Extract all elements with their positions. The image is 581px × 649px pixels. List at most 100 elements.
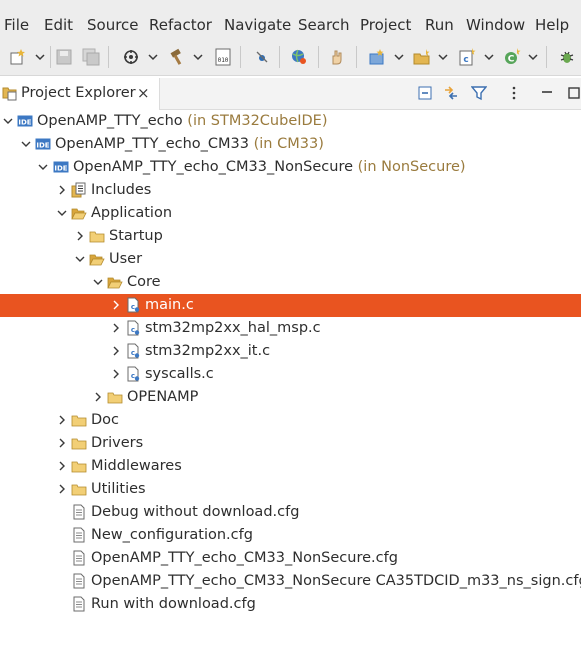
file-icon	[71, 550, 87, 566]
chevron-down-icon[interactable]	[93, 277, 103, 287]
minimize-icon[interactable]	[538, 84, 556, 102]
new-c-file-icon[interactable]: c	[458, 48, 476, 66]
menu-edit[interactable]: Edit	[44, 16, 73, 34]
tree-item-user[interactable]: User	[0, 248, 581, 271]
new-folder-icon[interactable]	[413, 48, 431, 66]
build-dropdown-icon[interactable]	[193, 53, 203, 61]
binary-icon[interactable]: 010	[214, 48, 232, 66]
tree-item-middlewares[interactable]: Middlewares	[0, 455, 581, 478]
tree-item-core[interactable]: Core	[0, 271, 581, 294]
build-settings-icon[interactable]	[122, 48, 140, 66]
tree-item-sign-cfg[interactable]: OpenAMP_TTY_echo_CM33_NonSecure CA35TDCI…	[0, 570, 581, 593]
tree-item-label: Application	[91, 205, 173, 221]
tree-item-new-config-cfg[interactable]: New_configuration.cfg	[0, 524, 581, 547]
debug-icon[interactable]	[253, 48, 271, 66]
tree-item-suffix: (in CM33)	[253, 136, 324, 152]
menu-source[interactable]: Source	[87, 16, 139, 34]
new-project-icon[interactable]	[368, 48, 386, 66]
new-project-dropdown-icon[interactable]	[394, 53, 404, 61]
menu-file[interactable]: File	[4, 16, 29, 34]
tree-item-application[interactable]: Application	[0, 202, 581, 225]
tree-item-main-c[interactable]: c main.c	[0, 294, 581, 317]
build-settings-dropdown-icon[interactable]	[148, 53, 158, 61]
tab-project-explorer[interactable]: Project Explorer ×	[0, 78, 160, 110]
chevron-right-icon[interactable]	[57, 484, 67, 494]
chevron-right-icon[interactable]	[75, 231, 85, 241]
menu-search[interactable]: Search	[298, 16, 350, 34]
view-tab-bar: Project Explorer ×	[0, 78, 581, 110]
hand-icon[interactable]	[328, 48, 346, 66]
new-class-dropdown-icon[interactable]	[528, 53, 538, 61]
chevron-right-icon[interactable]	[111, 323, 121, 333]
tree-item-debug-cfg[interactable]: Debug without download.cfg	[0, 501, 581, 524]
tree-item-includes[interactable]: Includes	[0, 179, 581, 202]
tree-item-cm33[interactable]: IDE OpenAMP_TTY_echo_CM33 (in CM33)	[0, 133, 581, 156]
new-c-file-dropdown-icon[interactable]	[484, 53, 494, 61]
tree-item-doc[interactable]: Doc	[0, 409, 581, 432]
chevron-right-icon[interactable]	[111, 369, 121, 379]
svg-text:c: c	[131, 303, 135, 311]
tree-item-label: Drivers	[91, 435, 144, 451]
debug-bug-icon[interactable]	[558, 48, 576, 66]
menu-project[interactable]: Project	[360, 16, 411, 34]
collapse-all-icon[interactable]	[416, 84, 434, 102]
view-menu-icon[interactable]	[505, 84, 523, 102]
save-icon[interactable]	[55, 48, 73, 66]
globe-icon[interactable]	[290, 48, 308, 66]
file-icon	[71, 527, 87, 543]
file-icon	[71, 573, 87, 589]
new-folder-dropdown-icon[interactable]	[438, 53, 448, 61]
filter-icon[interactable]	[470, 84, 488, 102]
view-title: Project Explorer	[21, 85, 136, 101]
chevron-down-icon[interactable]	[38, 162, 48, 172]
chevron-right-icon[interactable]	[111, 346, 121, 356]
tree-item-startup[interactable]: Startup	[0, 225, 581, 248]
chevron-right-icon[interactable]	[57, 415, 67, 425]
tree-item-cm33-nonsecure[interactable]: IDE OpenAMP_TTY_echo_CM33_NonSecure (in …	[0, 156, 581, 179]
new-class-icon[interactable]: C	[503, 48, 521, 66]
tree-item-drivers[interactable]: Drivers	[0, 432, 581, 455]
chevron-down-icon[interactable]	[21, 139, 31, 149]
build-hammer-icon[interactable]	[168, 48, 186, 66]
chevron-down-icon[interactable]	[57, 208, 67, 218]
menu-run[interactable]: Run	[425, 16, 454, 34]
tree-item-label: stm32mp2xx_hal_msp.c	[145, 320, 321, 336]
tree-item-label: Core	[127, 274, 161, 290]
tree-item-nonsecure-cfg[interactable]: OpenAMP_TTY_echo_CM33_NonSecure.cfg	[0, 547, 581, 570]
tree-item-it[interactable]: c stm32mp2xx_it.c	[0, 340, 581, 363]
c-file-icon: c	[125, 320, 141, 336]
tree-item-utilities[interactable]: Utilities	[0, 478, 581, 501]
tree-item-run-cfg[interactable]: Run with download.cfg	[0, 593, 581, 616]
chevron-right-icon[interactable]	[93, 392, 103, 402]
tree-item-openamp[interactable]: OPENAMP	[0, 386, 581, 409]
tree-item-label: New_configuration.cfg	[91, 527, 253, 543]
chevron-down-icon[interactable]	[3, 116, 13, 126]
svg-text:C: C	[508, 55, 515, 65]
menu-help[interactable]: Help	[535, 16, 569, 34]
save-all-icon[interactable]	[82, 48, 100, 66]
chevron-right-icon[interactable]	[57, 461, 67, 471]
link-with-editor-icon[interactable]	[442, 84, 460, 102]
folder-icon	[71, 412, 87, 428]
tree-item-label: stm32mp2xx_it.c	[145, 343, 271, 359]
tree-item-label: Includes	[91, 182, 152, 198]
close-icon[interactable]: ×	[137, 85, 150, 101]
menu-navigate[interactable]: Navigate	[224, 16, 291, 34]
new-icon[interactable]	[9, 48, 27, 66]
tree-item-label: main.c	[145, 297, 194, 313]
menu-window[interactable]: Window	[466, 16, 525, 34]
chevron-right-icon[interactable]	[111, 300, 121, 310]
chevron-down-icon[interactable]	[75, 254, 85, 264]
new-dropdown-icon[interactable]	[35, 53, 45, 61]
chevron-right-icon[interactable]	[57, 438, 67, 448]
c-file-icon: c	[125, 297, 141, 313]
tree-item-syscalls[interactable]: c syscalls.c	[0, 363, 581, 386]
chevron-right-icon[interactable]	[57, 185, 67, 195]
tree-item-hal-msp[interactable]: c stm32mp2xx_hal_msp.c	[0, 317, 581, 340]
menu-refactor[interactable]: Refactor	[149, 16, 212, 34]
file-icon	[71, 504, 87, 520]
maximize-icon[interactable]	[565, 84, 581, 102]
tree-item-openamp-tty-echo[interactable]: IDE OpenAMP_TTY_echo (in STM32CubeIDE)	[0, 110, 581, 133]
svg-text:IDE: IDE	[54, 164, 67, 172]
svg-text:IDE: IDE	[36, 141, 49, 149]
